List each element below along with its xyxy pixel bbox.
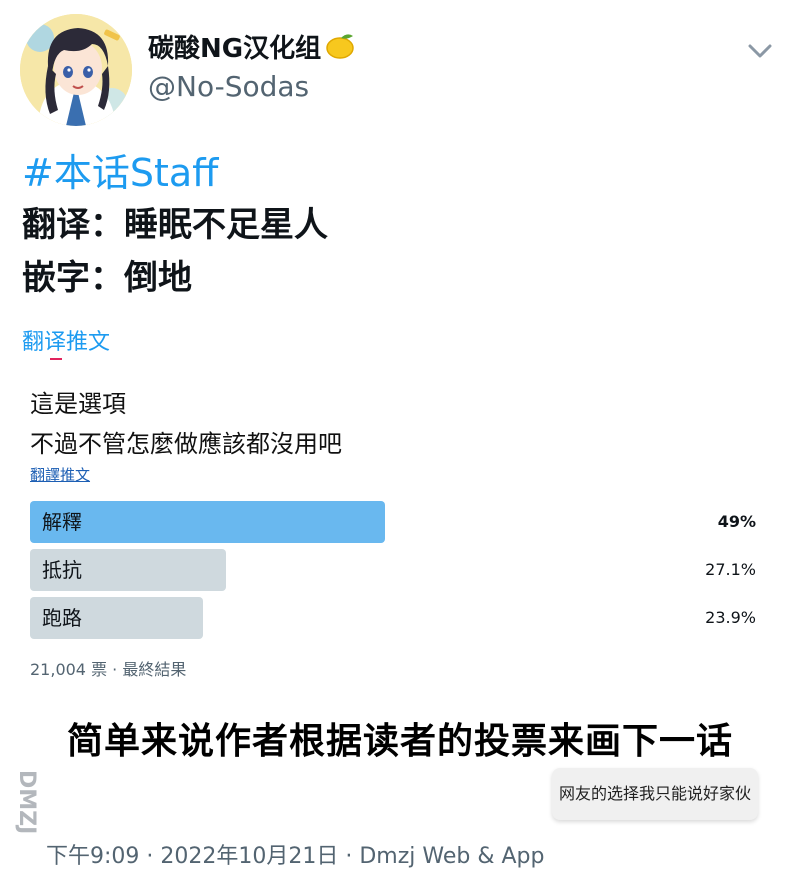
poll-footer: 21,004 票 · 最終結果 [30,660,187,679]
avatar[interactable] [20,14,132,126]
display-name-text: 碳酸NG汉化组 [148,34,322,64]
comment-bubble: 网友的选择我只能说好家伙 [552,768,758,820]
chevron-down-icon[interactable] [744,36,776,64]
display-name[interactable]: 碳酸NG汉化组 [148,28,355,67]
poll-text-line: 不過不管怎麼做應該都沒用吧 [30,430,342,458]
tweet-line-typesetter: 嵌字：倒地 [22,258,192,298]
poll-option-label: 解釋 [42,510,82,534]
tweet-timestamp[interactable]: 下午9:09 · 2022年10月21日 · Dmzj Web & App [46,838,544,870]
poll-option-percent: 23.9% [705,608,756,627]
poll-text-line: 這是選項 [30,390,126,418]
poll-translate-link[interactable]: 翻譯推文 [30,464,90,485]
tweet-line-translator: 翻译：睡眠不足星人 [22,205,328,245]
poll-option-percent: 27.1% [705,560,756,579]
translate-tweet-link[interactable]: 翻译推文 [22,324,110,356]
poll-option-label: 跑路 [42,606,82,630]
red-marker [50,358,62,360]
poll-option-percent: 49% [717,512,756,531]
svg-text:DMZJ: DMZJ [14,770,39,834]
lemon-icon [323,32,355,67]
caption-text: 简单来说作者根据读者的投票来画下一话 [66,721,733,762]
avatar-illustration [20,14,132,126]
poll-option-label: 抵抗 [42,558,82,582]
hashtag-link[interactable]: #本话Staff [22,142,218,197]
poll-option-bar [30,501,385,543]
user-handle[interactable]: @No-Sodas [148,70,309,103]
watermark-logo: DMZJ [14,770,42,866]
